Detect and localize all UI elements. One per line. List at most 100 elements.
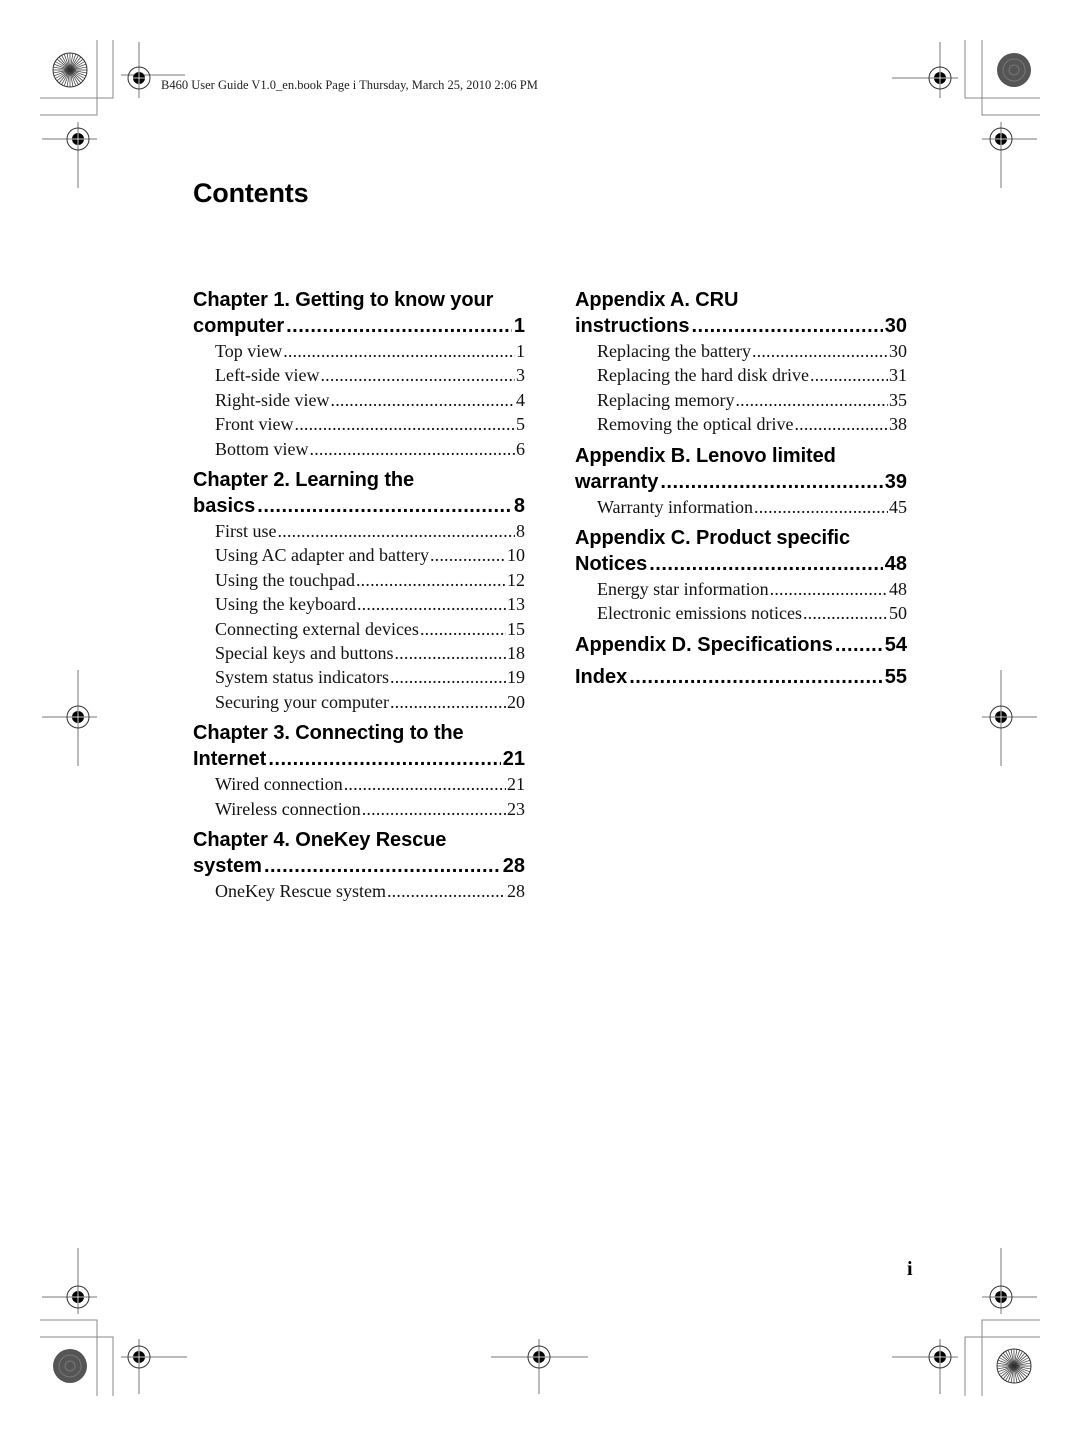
dot-leader	[430, 543, 506, 567]
star-target-top-left-icon	[52, 52, 88, 88]
star-target-bottom-right-icon	[996, 1348, 1032, 1384]
dot-leader	[390, 690, 506, 714]
toc-item-page-number: 18	[507, 643, 525, 664]
toc-item-link[interactable]: Replacing the hard disk drive 31	[575, 363, 907, 387]
toc-left-column: Chapter 1. Getting to know yourcomputer 1…	[193, 287, 525, 910]
toc-item-page-number: 13	[507, 594, 525, 615]
toc-item-link[interactable]: Bottom view 6	[193, 437, 525, 461]
toc-section: Appendix C. Product specificNotices48Ene…	[575, 525, 907, 626]
section-entry-link[interactable]: Internet 21	[193, 746, 525, 772]
dot-leader	[794, 412, 888, 436]
toc-item-link[interactable]: System status indicators 19	[193, 665, 525, 689]
toc-item-link[interactable]: Front view 5	[193, 412, 525, 436]
dot-leader	[320, 363, 515, 387]
dot-leader	[310, 437, 516, 461]
toc-section: Index 55	[575, 664, 907, 690]
section-page-number: 55	[884, 665, 907, 688]
toc-section: Chapter 1. Getting to know yourcomputer 1…	[193, 287, 525, 461]
section-title[interactable]: Appendix A. CRU	[575, 287, 907, 313]
toc-item-label: Front view	[215, 414, 294, 435]
toc-item-label: Electronic emissions notices	[597, 603, 802, 624]
page-number: i	[907, 1258, 913, 1280]
section-title[interactable]: Chapter 2. Learning the	[193, 467, 525, 493]
section-entry-link[interactable]: Appendix D. Specifications 54	[575, 632, 907, 658]
dot-leader	[295, 412, 516, 436]
dot-leader	[268, 746, 500, 772]
section-page-number: 39	[884, 470, 907, 493]
section-page-number: 28	[502, 855, 525, 878]
toc-item-link[interactable]: First use 8	[193, 519, 525, 543]
toc-item-page-number: 35	[889, 389, 907, 410]
toc-item-label: Using the touchpad	[215, 569, 355, 590]
section-entry-link[interactable]: Index 55	[575, 664, 907, 690]
toc-item-label: Top view	[215, 341, 283, 361]
toc-item-page-number: 23	[507, 798, 525, 819]
section-entry-link[interactable]: instructions 30	[575, 313, 907, 339]
toc-item-page-number: 1	[516, 341, 525, 361]
section-entry-link[interactable]: Notices 48	[575, 551, 907, 577]
section-title-continued: Appendix D. Specifications	[575, 633, 833, 656]
toc-item-link[interactable]: Securing your computer 20	[193, 690, 525, 714]
toc-item-link[interactable]: Wireless connection 23	[193, 797, 525, 821]
toc-item-link[interactable]: Right-side view 4	[193, 388, 525, 412]
section-title[interactable]: Chapter 1. Getting to know your	[193, 287, 525, 313]
section-title[interactable]: Appendix B. Lenovo limited	[575, 443, 907, 469]
section-title[interactable]: Chapter 3. Connecting to the	[193, 720, 525, 746]
toc-item-page-number: 30	[889, 341, 907, 361]
toc-section: Chapter 4. OneKey Rescuesystem28OneKey R…	[193, 827, 525, 903]
section-title[interactable]: Chapter 4. OneKey Rescue	[193, 827, 525, 853]
dot-leader	[660, 469, 882, 495]
dot-leader	[394, 641, 506, 665]
toc-item-link[interactable]: OneKey Rescue system 28	[193, 879, 525, 903]
toc-item-link[interactable]: Energy star information 48	[575, 577, 907, 601]
toc-item-page-number: 15	[507, 618, 525, 639]
section-title-continued: Notices	[575, 553, 648, 576]
toc-item-link[interactable]: Warranty information 45	[575, 495, 907, 519]
section-page-number: 8	[513, 495, 525, 518]
toc-item-link[interactable]: Wired connection 21	[193, 772, 525, 796]
toc-item-link[interactable]: Using AC adapter and battery 10	[193, 543, 525, 567]
toc-section: Appendix A. CRUinstructions30Replacing t…	[575, 287, 907, 437]
dot-leader	[390, 665, 506, 689]
toc-item-label: Left-side view	[215, 365, 320, 386]
section-entry-link[interactable]: computer 1	[193, 313, 525, 339]
toc-item-label: Securing your computer	[215, 691, 389, 712]
section-title-continued: Index	[575, 665, 628, 688]
toc-item-link[interactable]: Electronic emissions notices 50	[575, 601, 907, 625]
toc-item-link[interactable]: Left-side view 3	[193, 363, 525, 387]
toc-item-link[interactable]: Connecting external devices 15	[193, 617, 525, 641]
section-entry-link[interactable]: warranty 39	[575, 469, 907, 495]
dot-leader	[420, 617, 506, 641]
toc-item-label: First use	[215, 521, 277, 542]
section-page-number: 30	[884, 315, 907, 337]
toc-item-page-number: 5	[516, 414, 525, 435]
toc-item-page-number: 31	[889, 365, 907, 386]
toc-item-label: System status indicators	[215, 667, 389, 688]
section-entry-link[interactable]: system 28	[193, 853, 525, 879]
section-title-continued: instructions	[575, 315, 690, 337]
section-title[interactable]: Appendix C. Product specific	[575, 525, 907, 551]
toc-item-label: Wired connection	[215, 774, 343, 795]
toc-item-link[interactable]: Using the keyboard 13	[193, 592, 525, 616]
dot-leader	[357, 592, 506, 616]
toc-right-column: Appendix A. CRUinstructions30Replacing t…	[575, 287, 907, 696]
toc-item-page-number: 19	[507, 667, 525, 688]
section-title-continued: basics	[193, 495, 256, 518]
toc-item-link[interactable]: Replacing the battery 30	[575, 339, 907, 363]
toc-item-label: Removing the optical drive	[597, 414, 794, 435]
toc-item-link[interactable]: Using the touchpad 12	[193, 568, 525, 592]
toc-item-link[interactable]: Removing the optical drive 38	[575, 412, 907, 436]
section-title-continued: Internet	[193, 748, 267, 771]
toc-item-label: OneKey Rescue system	[215, 881, 386, 902]
dot-leader	[286, 313, 512, 339]
toc-item-link[interactable]: Special keys and buttons 18	[193, 641, 525, 665]
dot-leader	[257, 493, 512, 519]
toc-item-link[interactable]: Replacing memory 35	[575, 388, 907, 412]
section-entry-link[interactable]: basics 8	[193, 493, 525, 519]
dot-leader	[331, 388, 516, 412]
toc-item-link[interactable]: Top view 1	[193, 339, 525, 363]
toc-item-page-number: 3	[516, 365, 525, 386]
toc-item-page-number: 20	[507, 691, 525, 712]
dot-leader	[835, 632, 883, 658]
toc-item-label: Replacing memory	[597, 389, 735, 410]
